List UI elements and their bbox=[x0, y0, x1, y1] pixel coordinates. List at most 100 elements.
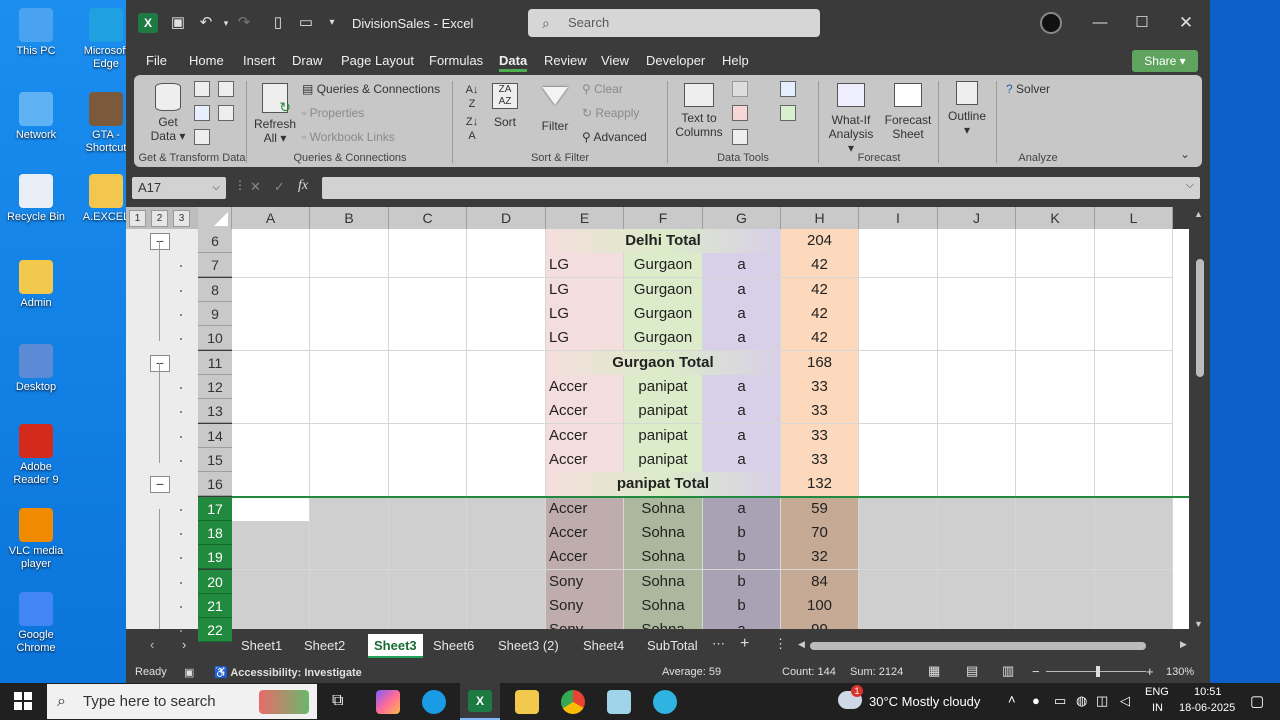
open-folder-icon[interactable]: ▭ bbox=[296, 13, 316, 33]
row-header[interactable]: 18 bbox=[198, 521, 232, 545]
grid-cell[interactable] bbox=[859, 253, 938, 278]
grid-cell[interactable] bbox=[1016, 618, 1095, 629]
network-icon[interactable]: ◫ bbox=[1096, 693, 1108, 709]
sheet-tab[interactable]: Sheet3 (2) bbox=[498, 637, 559, 657]
reapply-button[interactable]: ↻ Reapply bbox=[582, 106, 672, 120]
row-header[interactable]: 6 bbox=[198, 229, 232, 253]
grid-cell[interactable] bbox=[467, 229, 546, 254]
data-cell-e[interactable]: Sony bbox=[546, 570, 624, 595]
data-cell-g[interactable]: a bbox=[703, 399, 781, 424]
data-cell-f[interactable]: panipat bbox=[624, 424, 703, 449]
grid-cell[interactable] bbox=[1095, 424, 1173, 449]
zoom-in-icon[interactable]: + bbox=[1146, 664, 1154, 679]
grid-cell[interactable] bbox=[232, 253, 310, 278]
desktop-icon[interactable]: Admin bbox=[6, 260, 66, 310]
grid-cell[interactable] bbox=[232, 424, 310, 449]
name-box[interactable]: A17 ⌵ bbox=[132, 177, 226, 199]
macro-record-icon[interactable]: ▣ bbox=[184, 666, 194, 679]
language-line2[interactable]: IN bbox=[1152, 702, 1163, 714]
undo-icon[interactable]: ↶ bbox=[196, 13, 216, 33]
tab-review[interactable]: Review bbox=[544, 53, 587, 68]
data-cell-f[interactable]: Sohna bbox=[624, 594, 703, 619]
relationships-icon[interactable] bbox=[780, 105, 796, 121]
grid-cell[interactable] bbox=[859, 424, 938, 449]
row-header[interactable]: 20 bbox=[198, 570, 232, 594]
grid-cell[interactable] bbox=[232, 375, 310, 400]
grid-cell[interactable] bbox=[1095, 472, 1173, 497]
data-cell-h[interactable]: 42 bbox=[781, 302, 859, 327]
file-explorer-icon[interactable] bbox=[515, 690, 539, 714]
data-cell-f[interactable]: Gurgaon bbox=[624, 278, 703, 303]
grid-cell[interactable] bbox=[467, 351, 546, 376]
subtotal-label-cell[interactable]: Delhi Total bbox=[546, 229, 781, 254]
volume-icon[interactable]: ◁ bbox=[1120, 693, 1130, 709]
data-cell-g[interactable]: a bbox=[703, 375, 781, 400]
grid-cell[interactable] bbox=[467, 375, 546, 400]
grid-cell[interactable] bbox=[1095, 618, 1173, 629]
refresh-all-button[interactable]: ↻ Refresh All ▾ bbox=[254, 83, 296, 145]
data-cell-g[interactable]: b bbox=[703, 521, 781, 546]
desktop-icon[interactable]: Google Chrome bbox=[6, 592, 66, 655]
grid-cell[interactable] bbox=[859, 594, 938, 619]
from-text-icon[interactable] bbox=[194, 81, 210, 97]
tab-options-icon[interactable]: ⋮ bbox=[774, 636, 787, 652]
grid-cell[interactable] bbox=[1016, 302, 1095, 327]
grid-cell[interactable] bbox=[938, 570, 1016, 595]
grid-cell[interactable] bbox=[938, 302, 1016, 327]
grid-cell[interactable] bbox=[938, 375, 1016, 400]
avatar[interactable] bbox=[1040, 12, 1062, 34]
data-cell-g[interactable]: a bbox=[703, 448, 781, 473]
row-header[interactable]: 21 bbox=[198, 594, 232, 618]
grid-cell[interactable] bbox=[1095, 594, 1173, 619]
row-header[interactable]: 13 bbox=[198, 399, 232, 423]
grid-cell[interactable] bbox=[467, 302, 546, 327]
data-cell-f[interactable]: Gurgaon bbox=[624, 326, 703, 351]
grid-cell[interactable] bbox=[389, 594, 467, 619]
grid-cell[interactable] bbox=[389, 521, 467, 546]
formula-input[interactable]: ⌵ bbox=[322, 177, 1200, 199]
data-cell-h[interactable]: 42 bbox=[781, 326, 859, 351]
grid-cell[interactable] bbox=[859, 229, 938, 254]
zoom-slider-thumb[interactable] bbox=[1096, 666, 1100, 677]
row-header[interactable]: 16 bbox=[198, 472, 232, 496]
grid-cell[interactable] bbox=[232, 326, 310, 351]
solver-button[interactable]: ? Solver bbox=[1006, 82, 1076, 96]
copilot-icon[interactable] bbox=[376, 690, 400, 714]
grid-cell[interactable] bbox=[310, 253, 389, 278]
next-sheet-icon[interactable]: › bbox=[182, 637, 186, 652]
grid-cell[interactable] bbox=[938, 278, 1016, 303]
sheet-tab[interactable]: Sheet4 bbox=[583, 637, 624, 657]
language-line1[interactable]: ENG bbox=[1145, 686, 1169, 698]
data-cell-f[interactable]: panipat bbox=[624, 399, 703, 424]
desktop-icon[interactable]: Network bbox=[6, 92, 66, 142]
outline-level-2-button[interactable]: 2 bbox=[151, 210, 168, 227]
grid-cell[interactable] bbox=[232, 351, 310, 376]
data-cell-h[interactable]: 100 bbox=[781, 594, 859, 619]
data-cell-g[interactable]: a bbox=[703, 618, 781, 629]
data-cell-g[interactable]: a bbox=[703, 497, 781, 522]
grid-cell[interactable] bbox=[1095, 253, 1173, 278]
grid-cell[interactable] bbox=[310, 497, 389, 522]
confirm-entry-icon[interactable]: ✓ bbox=[274, 179, 285, 195]
data-cell-e[interactable]: LG bbox=[546, 302, 624, 327]
data-cell-g[interactable]: b bbox=[703, 570, 781, 595]
app-icon[interactable] bbox=[653, 690, 677, 714]
grid-cell[interactable] bbox=[938, 497, 1016, 522]
consolidate-icon[interactable] bbox=[780, 81, 796, 97]
meet-icon[interactable]: ◍ bbox=[1076, 693, 1087, 709]
outline-button[interactable]: Outline ▾ bbox=[942, 81, 992, 137]
collapse-group-button[interactable]: − bbox=[150, 355, 170, 372]
data-cell-e[interactable]: LG bbox=[546, 326, 624, 351]
grid-cell[interactable] bbox=[1016, 399, 1095, 424]
page-break-view-icon[interactable]: ▥ bbox=[1002, 663, 1014, 679]
battery-icon[interactable]: ▭ bbox=[1054, 693, 1066, 709]
grid-cell[interactable] bbox=[1095, 399, 1173, 424]
row-header[interactable]: 17 bbox=[198, 497, 232, 521]
prev-sheet-icon[interactable]: ‹ bbox=[150, 637, 154, 652]
grid-cell[interactable] bbox=[1095, 521, 1173, 546]
tab-draw[interactable]: Draw bbox=[292, 53, 322, 68]
worksheet-grid[interactable]: Delhi Total 204 LG Gurgaon a 42 LG Gurgaon a 42 LG… bbox=[232, 229, 1189, 629]
grid-cell[interactable] bbox=[467, 399, 546, 424]
grid-cell[interactable] bbox=[1095, 351, 1173, 376]
data-cell-f[interactable]: Gurgaon bbox=[624, 302, 703, 327]
